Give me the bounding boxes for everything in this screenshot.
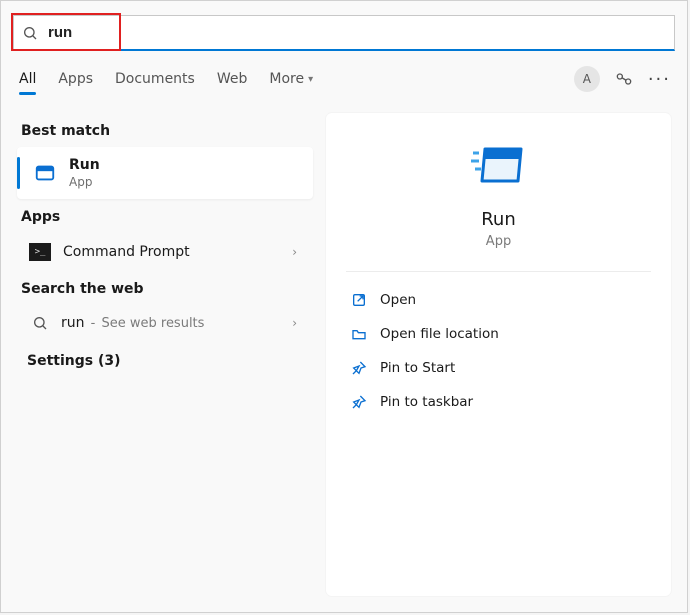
web-separator: - [87,316,100,331]
filter-tabs: All Apps Documents Web More ▾ A ··· [17,65,671,93]
results-list: Best match Run App Apps Command Prompt › [1,107,316,612]
open-icon [350,292,368,308]
app-result-command-prompt[interactable]: Command Prompt › [17,233,313,271]
tab-more[interactable]: More ▾ [267,65,315,93]
chevron-down-icon: ▾ [308,74,313,85]
run-icon [471,143,527,187]
preview-panel: Run App Open Open file location [326,113,671,596]
search-web-label: Search the web [21,281,312,297]
web-result[interactable]: run - See web results › [17,305,313,341]
tab-all[interactable]: All [17,65,38,93]
account-avatar[interactable]: A [574,66,600,92]
search-icon [29,315,51,331]
settings-results[interactable]: Settings (3) [17,341,313,381]
tab-more-label: More [269,71,304,87]
apps-label: Apps [21,209,312,225]
action-open-label: Open [380,292,416,308]
more-options-icon[interactable]: ··· [648,69,671,90]
search-icon [22,25,38,41]
action-pin-start-label: Pin to Start [380,360,455,376]
action-pin-to-taskbar[interactable]: Pin to taskbar [346,386,651,418]
best-match-title: Run [69,157,100,173]
best-match-result[interactable]: Run App [17,147,313,199]
best-match-subtitle: App [69,175,100,189]
best-match-text: Run App [69,157,100,189]
web-query: run [61,315,85,331]
header-actions: A ··· [574,66,671,92]
search-input[interactable] [48,24,666,41]
tab-documents[interactable]: Documents [113,65,197,93]
app-result-title: Command Prompt [63,244,292,260]
divider [346,271,651,272]
action-open-file-location[interactable]: Open file location [346,318,651,350]
chevron-right-icon: › [292,245,297,259]
action-pin-taskbar-label: Pin to taskbar [380,394,473,410]
run-icon [33,162,57,184]
preview-title: Run [481,209,516,230]
preview-subtitle: App [486,234,511,249]
pin-icon [350,394,368,410]
web-suffix: See web results [101,316,204,331]
tab-apps[interactable]: Apps [56,65,95,93]
chevron-right-icon: › [292,316,297,330]
action-open[interactable]: Open [346,284,651,316]
tab-web[interactable]: Web [215,65,250,93]
pin-icon [350,360,368,376]
best-match-label: Best match [21,123,312,139]
search-window: All Apps Documents Web More ▾ A ··· Best… [0,0,688,613]
search-bar[interactable] [13,15,675,51]
connect-icon[interactable] [614,69,634,89]
command-prompt-icon [29,243,51,261]
results-body: Best match Run App Apps Command Prompt › [1,107,687,612]
action-open-location-label: Open file location [380,326,499,342]
web-result-text: run - See web results [61,315,292,331]
action-pin-to-start[interactable]: Pin to Start [346,352,651,384]
folder-icon [350,326,368,342]
preview-actions: Open Open file location Pin to Start [346,284,651,418]
